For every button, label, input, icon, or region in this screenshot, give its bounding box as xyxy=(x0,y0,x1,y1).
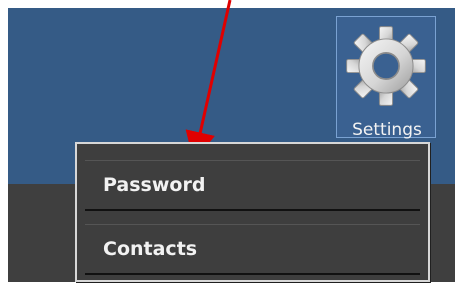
contacts-label: Contacts xyxy=(103,238,198,260)
contacts-menu-item[interactable]: Contacts xyxy=(85,224,420,275)
password-menu-item[interactable]: Password xyxy=(85,160,420,211)
gear-icon xyxy=(346,26,426,106)
settings-dropdown-menu: Password Contacts xyxy=(75,142,430,282)
settings-label: Settings xyxy=(352,120,422,140)
password-label: Password xyxy=(103,174,206,196)
